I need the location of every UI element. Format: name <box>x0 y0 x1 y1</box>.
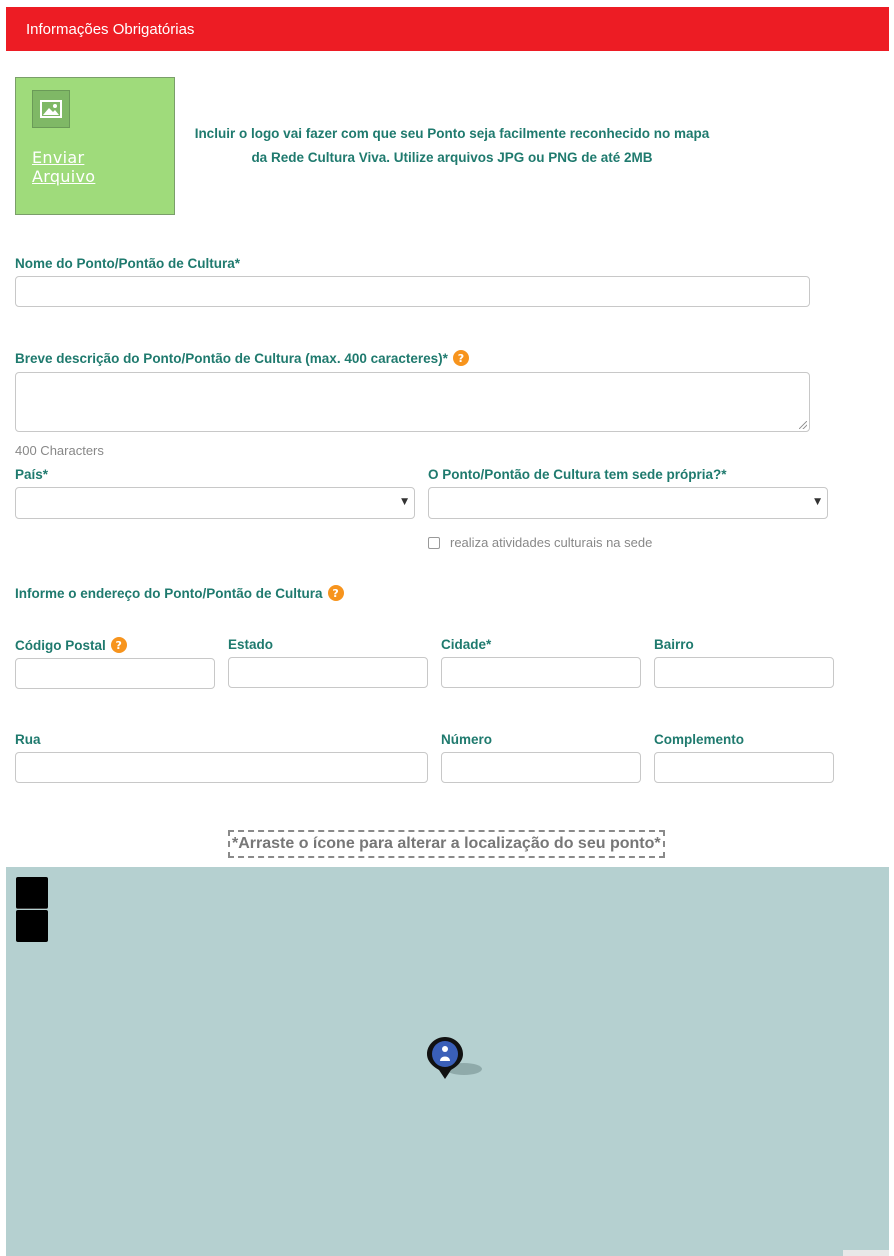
section-title: Informações Obrigatórias <box>26 20 195 38</box>
address-section-label: Informe o endereço do Ponto/Pontão de Cu… <box>15 585 344 601</box>
character-counter: 400 Characters <box>15 443 104 458</box>
resize-handle-icon[interactable] <box>799 421 807 429</box>
activities-checkbox[interactable] <box>428 536 440 549</box>
address-help-icon[interactable]: ? <box>327 585 344 601</box>
street-label-text: Rua <box>15 732 41 747</box>
name-label: Nome do Ponto/Pontão de Cultura* <box>15 256 240 271</box>
person-marker-icon[interactable] <box>424 1035 484 1081</box>
postal-code-input[interactable] <box>15 658 215 689</box>
description-label-text: Breve descrição do Ponto/Pontão de Cultu… <box>15 350 448 366</box>
city-label-text: Cidade* <box>441 637 492 652</box>
chevron-down-icon: ▼ <box>401 497 408 507</box>
name-label-text: Nome do Ponto/Pontão de Cultura* <box>15 256 240 271</box>
complement-label-text: Complemento <box>654 732 745 747</box>
number-input[interactable] <box>441 752 641 783</box>
postal-code-label: Código Postal ? <box>15 637 127 653</box>
country-label: País* <box>15 467 48 482</box>
country-label-text: País* <box>15 467 49 482</box>
image-icon <box>32 90 70 128</box>
description-help-icon[interactable]: ? <box>452 350 469 366</box>
street-input[interactable] <box>15 752 428 783</box>
upload-file-link[interactable]: Enviar Arquivo <box>32 148 152 186</box>
postal-code-label-text: Código Postal <box>15 637 106 653</box>
headquarters-label: O Ponto/Pontão de Cultura tem sede própr… <box>428 467 727 482</box>
zoom-out-icon[interactable] <box>16 910 48 942</box>
map-attribution <box>843 1250 889 1256</box>
upload-hint-text: Incluir o logo vai fazer com que seu Pon… <box>194 126 710 165</box>
chevron-down-icon: ▼ <box>814 497 821 507</box>
state-input[interactable] <box>228 657 428 688</box>
state-label: Estado <box>228 637 273 652</box>
location-map[interactable] <box>6 867 889 1256</box>
country-select[interactable]: ▼ <box>15 487 415 519</box>
postal-code-help-icon[interactable]: ? <box>110 637 127 653</box>
state-label-text: Estado <box>228 637 274 652</box>
section-header: Informações Obrigatórias <box>6 7 889 51</box>
logo-upload-box[interactable]: Enviar Arquivo <box>15 77 175 215</box>
zoom-in-icon[interactable] <box>16 877 48 909</box>
headquarters-select[interactable]: ▼ <box>428 487 828 519</box>
street-label: Rua <box>15 732 41 747</box>
address-section-label-text: Informe o endereço do Ponto/Pontão de Cu… <box>15 585 323 601</box>
number-label-text: Número <box>441 732 493 747</box>
number-label: Número <box>441 732 492 747</box>
activities-checkbox-label: realiza atividades culturais na sede <box>450 535 653 550</box>
map-drag-hint: *Arraste o ícone para alterar a localiza… <box>228 830 665 858</box>
description-label: Breve descrição do Ponto/Pontão de Cultu… <box>15 350 469 366</box>
district-label: Bairro <box>654 637 694 652</box>
city-input[interactable] <box>441 657 641 688</box>
complement-input[interactable] <box>654 752 834 783</box>
city-label: Cidade* <box>441 637 491 652</box>
activities-checkbox-row[interactable]: realiza atividades culturais na sede <box>428 535 652 550</box>
complement-label: Complemento <box>654 732 744 747</box>
name-input[interactable] <box>15 276 810 307</box>
description-textarea[interactable] <box>15 372 810 432</box>
district-label-text: Bairro <box>654 637 694 652</box>
map-drag-hint-text: *Arraste o ícone para alterar a localiza… <box>232 835 661 852</box>
district-input[interactable] <box>654 657 834 688</box>
headquarters-label-text: O Ponto/Pontão de Cultura tem sede própr… <box>428 467 727 482</box>
